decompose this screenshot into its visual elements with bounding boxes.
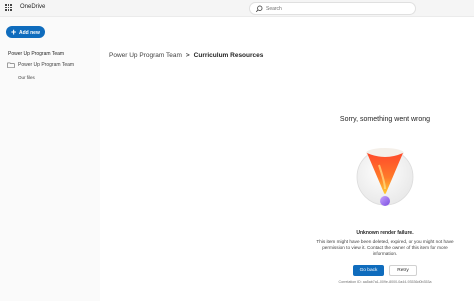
plus-icon: + [11,26,17,37]
breadcrumb-parent[interactable]: Power Up Program Team [109,52,182,59]
app-launcher-icon[interactable] [5,4,12,11]
search-icon [255,5,263,13]
top-bar: OneDrive Search [0,0,474,17]
sidebar-header: Power Up Program Team [8,51,65,57]
breadcrumb: Power Up Program Team > Curriculum Resourc… [109,52,263,59]
error-illustration [356,148,414,206]
sidebar [0,17,100,301]
error-description: This item might have been deleted, expir… [316,239,454,256]
add-new-label: Add new [19,29,40,36]
sidebar-item-library[interactable]: Power Up Program Team [7,61,97,70]
retry-button[interactable]: Retry [389,265,417,276]
error-subtitle: Unknown render failure. [356,230,414,236]
sidebar-item-label: Power Up Program Team [18,62,75,68]
breadcrumb-current: Curriculum Resources [193,52,264,59]
search-placeholder[interactable]: Search [266,6,282,12]
error-title: Sorry, something went wrong [339,116,431,123]
go-back-button[interactable]: Go back [353,265,384,276]
search-box[interactable]: Search [249,2,416,15]
add-new-button[interactable]: + Add new [6,26,45,38]
app-title[interactable]: OneDrive [20,4,45,10]
correlation-id: Correlation ID: aa5ab7a1-009e-8000-0a44-… [338,280,432,284]
folder-icon [7,62,15,68]
breadcrumb-separator: > [185,52,190,59]
sidebar-item-our-files[interactable]: Our files [18,75,35,80]
